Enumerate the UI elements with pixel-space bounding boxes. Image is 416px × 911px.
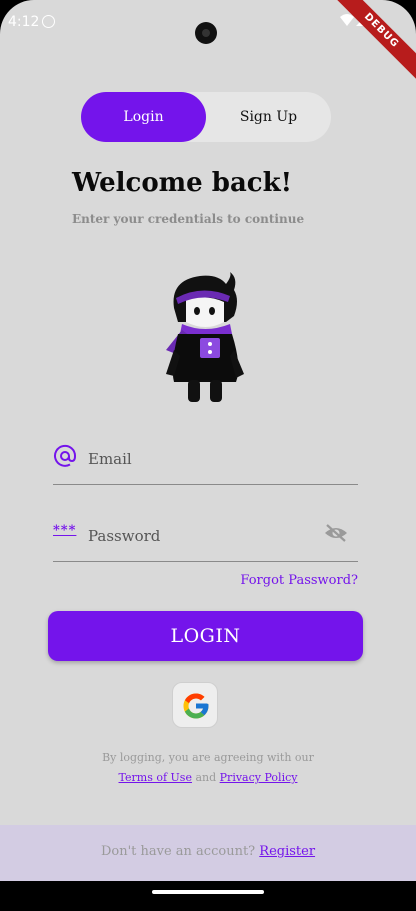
google-icon — [183, 693, 209, 719]
footer-text: Don't have an account? Register — [0, 844, 416, 859]
password-icon: *** — [53, 523, 77, 538]
terms-and-text: and — [195, 771, 217, 784]
google-signin-button[interactable] — [172, 682, 218, 728]
sync-check-icon — [42, 15, 55, 28]
camera-cutout — [195, 22, 217, 44]
debug-banner: DEBUG — [328, 0, 416, 84]
login-button[interactable]: LOGIN — [48, 611, 363, 661]
eye-off-icon[interactable] — [324, 521, 348, 545]
login-screen: 4:12 DEBUG Login Sign Up Welcome back! E… — [0, 0, 416, 911]
status-bar: 4:12 DEBUG — [0, 0, 416, 84]
home-indicator[interactable] — [152, 890, 264, 894]
tab-login[interactable]: Login — [81, 92, 206, 142]
page-subtitle: Enter your credentials to continue — [72, 212, 305, 226]
register-link[interactable]: Register — [259, 844, 315, 859]
terms-notice: By logging, you are agreeing with our Te… — [0, 748, 416, 788]
privacy-policy-link[interactable]: Privacy Policy — [220, 771, 298, 784]
character-illustration — [166, 272, 244, 402]
terms-line: By logging, you are agreeing with our — [102, 751, 314, 764]
tab-signup[interactable]: Sign Up — [206, 92, 331, 142]
email-field — [53, 444, 358, 485]
terms-of-use-link[interactable]: Terms of Use — [119, 771, 192, 784]
navigation-bar — [0, 881, 416, 911]
password-input[interactable] — [88, 521, 318, 551]
page-title: Welcome back! — [72, 168, 293, 198]
terms-links-line: Terms of Use and Privacy Policy — [0, 768, 416, 788]
wifi-icon — [340, 14, 354, 26]
forgot-password-link[interactable]: Forgot Password? — [240, 573, 358, 588]
password-field: *** — [53, 521, 358, 562]
register-prompt: Don't have an account? — [100, 844, 256, 859]
status-time: 4:12 — [8, 14, 40, 30]
register-footer: Don't have an account? Register — [0, 825, 416, 881]
email-input[interactable] — [88, 444, 318, 474]
auth-mode-toggle: Login Sign Up — [81, 92, 331, 142]
at-sign-icon — [54, 444, 77, 467]
